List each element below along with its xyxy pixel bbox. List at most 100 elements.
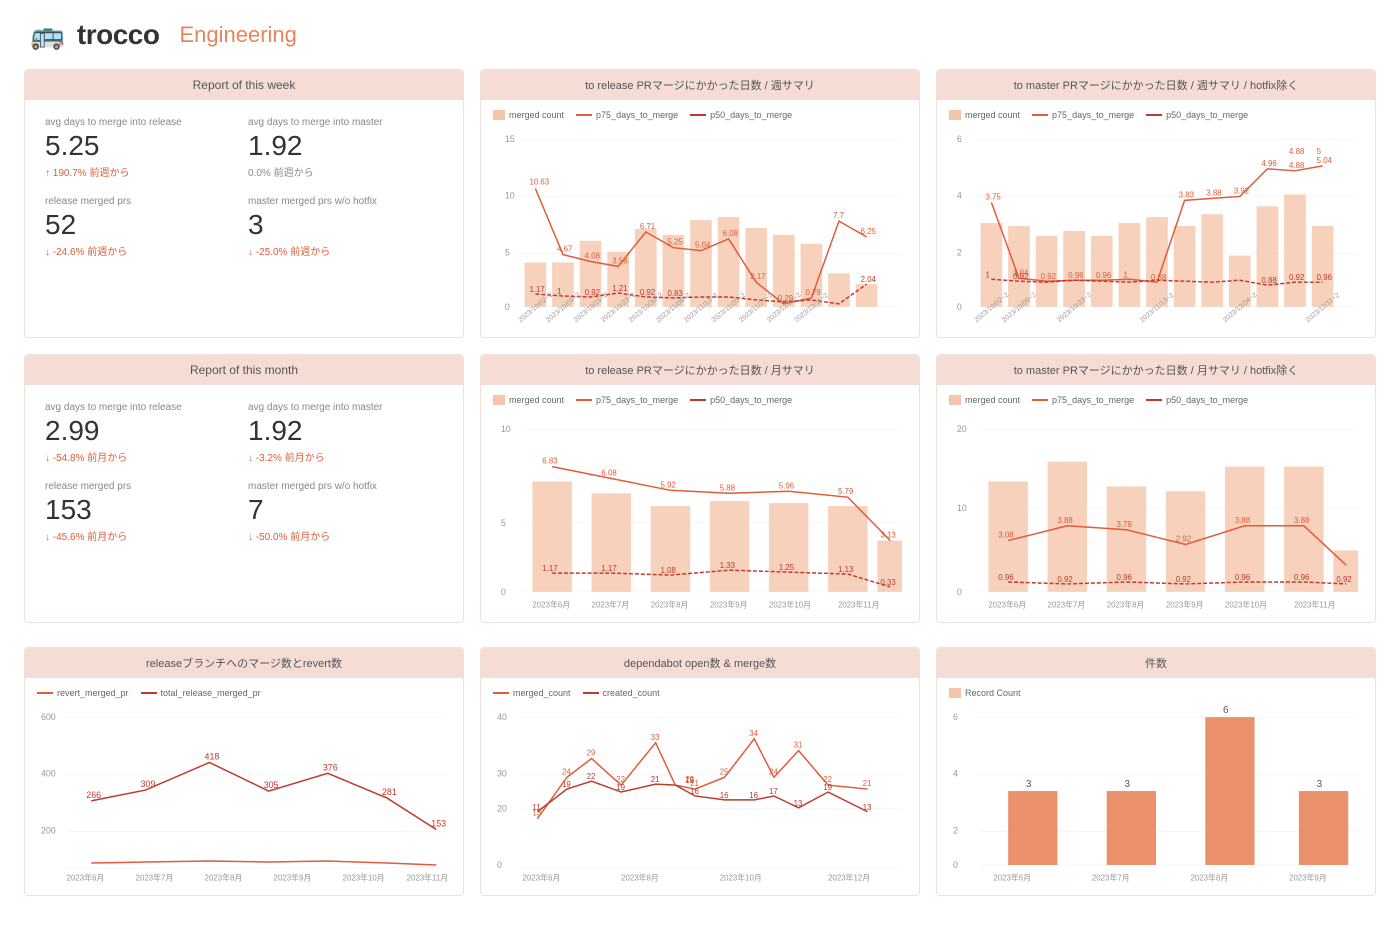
- svg-text:2023年9月: 2023年9月: [1166, 600, 1204, 610]
- chart-kensu: 件数 Record Count 6 4 2 0: [936, 647, 1376, 896]
- svg-text:17: 17: [769, 787, 778, 796]
- svg-text:600: 600: [41, 712, 56, 722]
- svg-text:309: 309: [141, 779, 156, 789]
- chart-master-week-title: to master PRマージにかかった日数 / 週サマリ / hotfix除く: [937, 70, 1375, 100]
- chart-master-week: to master PRマージにかかった日数 / 週サマリ / hotfix除く…: [936, 69, 1376, 338]
- svg-text:1.25: 1.25: [779, 563, 795, 572]
- chart-dependabot-legend: merged_count created_count: [493, 688, 907, 698]
- svg-text:0.96: 0.96: [1117, 573, 1133, 582]
- svg-text:266: 266: [86, 790, 101, 800]
- svg-text:6: 6: [1223, 705, 1229, 716]
- svg-text:16: 16: [720, 791, 729, 800]
- svg-text:5: 5: [505, 248, 510, 258]
- stat-avg-release: avg days to merge into release 5.25 ↑ 19…: [45, 116, 240, 179]
- svg-text:2023年8月: 2023年8月: [651, 600, 689, 610]
- svg-text:1: 1: [557, 287, 561, 296]
- svg-text:22: 22: [587, 772, 596, 781]
- svg-text:4: 4: [953, 768, 958, 778]
- chart-dependabot: dependabot open数 & merge数 merged_count c…: [480, 647, 920, 896]
- svg-text:2023年10月: 2023年10月: [1225, 600, 1267, 610]
- svg-text:2.17: 2.17: [750, 272, 765, 281]
- svg-text:2023年8月: 2023年8月: [621, 873, 659, 883]
- svg-text:6.25: 6.25: [861, 227, 877, 236]
- svg-text:376: 376: [323, 762, 338, 772]
- logo-text: trocco: [77, 19, 160, 51]
- bottom-grid: releaseブランチへのマージ数とrevert数 revert_merged_…: [0, 647, 1400, 920]
- svg-text:29: 29: [587, 749, 596, 758]
- svg-text:200: 200: [41, 825, 56, 835]
- chart-release-revert-title: releaseブランチへのマージ数とrevert数: [25, 648, 463, 678]
- chart-release-week-legend: merged count p75_days_to_merge p50_days_…: [493, 110, 907, 120]
- svg-text:0.96: 0.96: [998, 573, 1014, 582]
- svg-text:2023年12月: 2023年12月: [828, 873, 870, 883]
- svg-text:40: 40: [497, 712, 507, 722]
- svg-text:281: 281: [382, 787, 397, 797]
- svg-text:0.92: 0.92: [1041, 272, 1056, 281]
- svg-text:20: 20: [957, 424, 967, 434]
- svg-text:2023年10月: 2023年10月: [343, 873, 385, 883]
- svg-text:6.83: 6.83: [542, 457, 558, 466]
- stat-month-avg-release: avg days to merge into release 2.99 ↓ -5…: [45, 401, 240, 464]
- svg-text:3.58: 3.58: [612, 256, 628, 265]
- chart-kensu-title: 件数: [937, 648, 1375, 678]
- chart-revert-svg: 600 400 200 266 309 418 305 376 281 153: [37, 704, 451, 884]
- main-grid: Report of this week avg days to merge in…: [0, 69, 1400, 647]
- svg-text:3: 3: [1317, 779, 1323, 790]
- svg-text:0.92: 0.92: [1176, 575, 1191, 584]
- svg-text:400: 400: [41, 768, 56, 778]
- chart-dependabot-svg: 40 30 20 0 13 24 29 22 33 22 21: [493, 704, 907, 884]
- svg-text:1: 1: [1123, 270, 1127, 279]
- svg-text:6.08: 6.08: [601, 469, 617, 478]
- svg-text:2023年8月: 2023年8月: [1107, 600, 1145, 610]
- svg-text:5.04: 5.04: [1317, 156, 1333, 165]
- svg-text:2023年11月: 2023年11月: [838, 600, 879, 610]
- svg-text:1.17: 1.17: [542, 564, 557, 573]
- svg-text:2.92: 2.92: [1176, 535, 1191, 544]
- chart-release-week: to release PRマージにかかった日数 / 週サマリ merged co…: [480, 69, 920, 338]
- svg-text:7.7: 7.7: [833, 211, 844, 220]
- svg-text:3.88: 3.88: [1206, 188, 1222, 197]
- stat-master-prs: master merged prs w/o hotfix 3 ↓ -25.0% …: [248, 195, 443, 258]
- chart-master-month-svg: 20 10 0 3.08 3.88 3.79: [949, 411, 1363, 611]
- svg-text:13: 13: [863, 803, 872, 812]
- svg-text:0.96: 0.96: [1068, 271, 1084, 280]
- svg-text:21: 21: [863, 779, 872, 788]
- svg-text:2023年7月: 2023年7月: [592, 600, 630, 610]
- svg-text:6.71: 6.71: [640, 222, 655, 231]
- svg-text:5.88: 5.88: [720, 483, 736, 492]
- svg-text:305: 305: [264, 780, 279, 790]
- chart-dependabot-title: dependabot open数 & merge数: [481, 648, 919, 678]
- svg-text:3.75: 3.75: [985, 192, 1001, 201]
- svg-text:2023年10月: 2023年10月: [720, 873, 762, 883]
- svg-text:0.96: 0.96: [1294, 573, 1310, 582]
- stat-release-prs: release merged prs 52 ↓ -24.6% 前週から: [45, 195, 240, 258]
- svg-text:0.33: 0.33: [880, 578, 896, 587]
- svg-text:2023年9月: 2023年9月: [1289, 873, 1327, 883]
- svg-text:10: 10: [505, 190, 515, 200]
- svg-text:19: 19: [562, 780, 571, 789]
- svg-text:10.63: 10.63: [529, 178, 549, 187]
- svg-text:21: 21: [651, 775, 660, 784]
- svg-text:2023年11月: 2023年11月: [1294, 600, 1335, 610]
- svg-text:6.08: 6.08: [723, 229, 739, 238]
- week-report-title: Report of this week: [25, 70, 463, 100]
- svg-text:16: 16: [690, 787, 699, 796]
- chart-master-month: to master PRマージにかかった日数 / 月サマリ / hotfix除く…: [936, 354, 1376, 623]
- chart-master-week-legend: merged count p75_days_to_merge p50_days_…: [949, 110, 1363, 120]
- svg-text:2023年9月: 2023年9月: [710, 600, 748, 610]
- svg-text:153: 153: [431, 819, 446, 829]
- svg-text:0.92: 0.92: [1289, 273, 1304, 282]
- svg-text:1.21: 1.21: [612, 284, 627, 293]
- svg-text:2: 2: [953, 825, 958, 835]
- svg-text:418: 418: [205, 752, 220, 762]
- svg-text:16: 16: [749, 791, 758, 800]
- svg-text:30: 30: [497, 768, 507, 778]
- svg-text:2023年11月: 2023年11月: [407, 873, 448, 883]
- svg-text:0.92: 0.92: [1336, 575, 1351, 584]
- svg-text:5.04: 5.04: [695, 241, 711, 250]
- svg-text:2023年6月: 2023年6月: [993, 873, 1031, 883]
- svg-text:1.08: 1.08: [661, 566, 677, 575]
- svg-text:0.96: 0.96: [1317, 273, 1333, 282]
- chart-release-month-title: to release PRマージにかかった日数 / 月サマリ: [481, 355, 919, 385]
- svg-text:3.88: 3.88: [1235, 516, 1251, 525]
